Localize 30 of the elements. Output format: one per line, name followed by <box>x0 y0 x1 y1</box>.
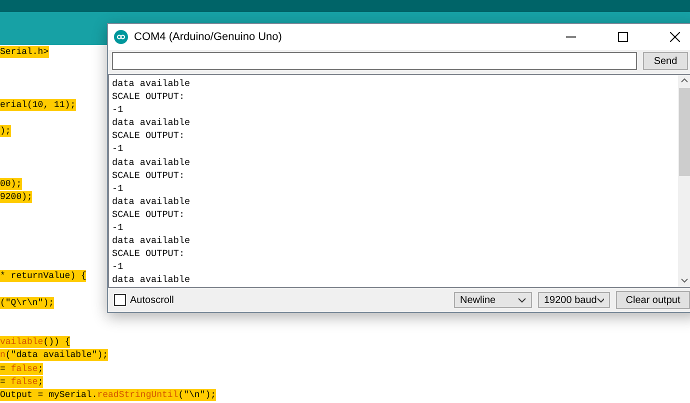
autoscroll-checkbox[interactable] <box>114 294 126 306</box>
window-title: COM4 (Arduino/Genuino Uno) <box>134 31 283 43</box>
maximize-icon[interactable] <box>618 32 628 42</box>
output-line: -1 <box>112 104 124 116</box>
output-line: SCALE OUTPUT: <box>112 130 185 142</box>
close-icon[interactable] <box>670 32 680 42</box>
output-line: SCALE OUTPUT: <box>112 248 185 260</box>
message-input-field[interactable] <box>112 52 637 70</box>
chevron-down-icon <box>518 298 526 302</box>
output-line: -1 <box>112 261 124 272</box>
output-line: -1 <box>112 222 124 234</box>
output-line: SCALE OUTPUT: <box>112 91 185 102</box>
infinity-logo-icon <box>114 30 128 44</box>
baud-rate-dropdown[interactable]: 19200 baud <box>538 292 610 308</box>
chevron-down-icon <box>596 298 604 302</box>
clear-output-button[interactable]: Clear output <box>616 291 690 309</box>
output-line: -1 <box>112 143 124 154</box>
line-ending-dropdown[interactable]: Newline <box>454 292 532 308</box>
output-line: data available <box>112 78 190 89</box>
scrollbar[interactable] <box>678 75 690 287</box>
output-line: data available <box>112 235 190 246</box>
output-line: data available <box>112 196 190 207</box>
output-line: SCALE OUTPUT: <box>112 208 185 220</box>
output-line: SCALE OUTPUT: <box>112 170 185 181</box>
autoscroll-label: Autoscroll <box>130 294 174 306</box>
output-line: data available <box>112 117 190 128</box>
output-line: data available <box>112 156 190 168</box>
output-line: data available <box>112 274 190 286</box>
output-line: -1 <box>112 182 124 194</box>
send-button[interactable]: Send <box>643 52 688 70</box>
